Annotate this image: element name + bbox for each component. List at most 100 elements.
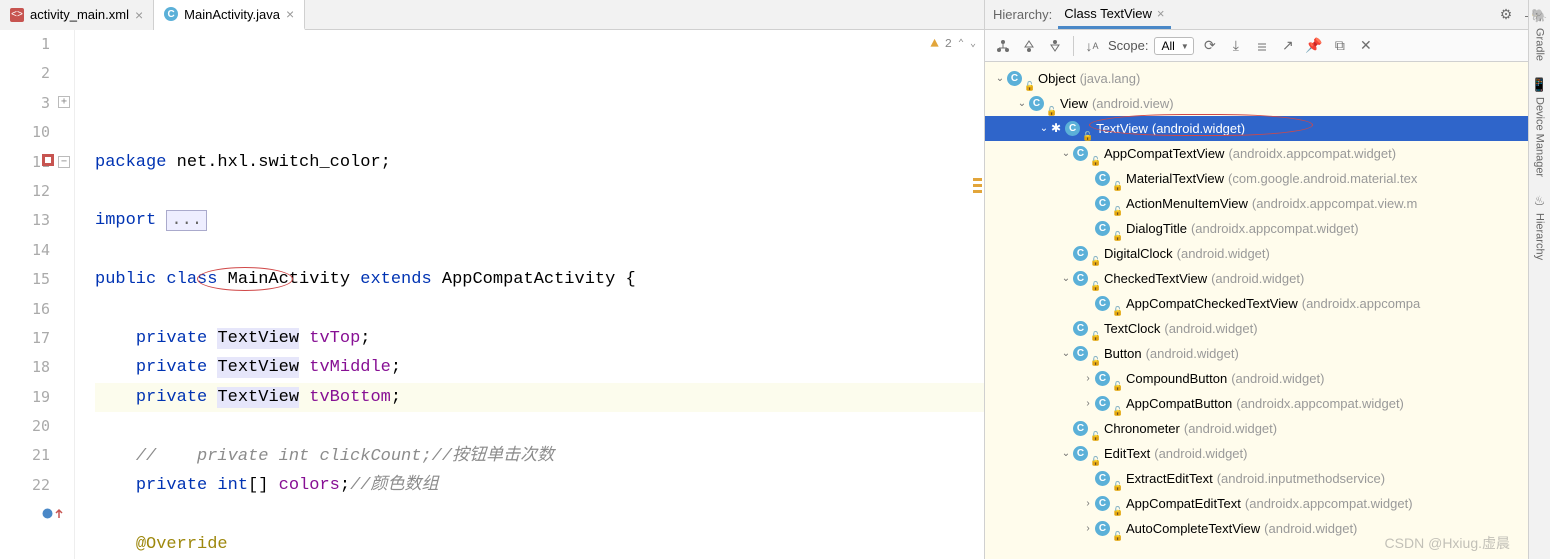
class-name: AppCompatEditText <box>1126 491 1241 516</box>
star-icon: ✱ <box>1051 116 1061 141</box>
tree-node[interactable]: ⌄C🔓CheckedTextView(android.widget) <box>985 266 1550 291</box>
scope-select[interactable]: All <box>1154 37 1193 55</box>
lock-icon: 🔓 <box>1046 99 1056 109</box>
tree-node[interactable]: ⌄C🔓 Object(java.lang) <box>985 66 1550 91</box>
code-line[interactable]: private TextView tvTop; <box>95 324 984 353</box>
tree-arrow-icon[interactable]: ⌄ <box>1059 266 1073 291</box>
lock-icon: 🔓 <box>1024 74 1034 84</box>
code-line[interactable] <box>95 500 984 529</box>
lock-icon: 🔓 <box>1112 374 1122 384</box>
tree-node[interactable]: ›C🔓CompoundButton(android.widget) <box>985 366 1550 391</box>
pin-icon[interactable]: 📌 <box>1304 36 1324 56</box>
code-line[interactable]: import ... <box>95 206 984 235</box>
code-line[interactable] <box>95 412 984 441</box>
code-line[interactable]: private TextView tvBottom; <box>95 383 984 412</box>
subtypes-icon[interactable] <box>1045 36 1065 56</box>
tree-node[interactable]: C🔓MaterialTextView(com.google.android.ma… <box>985 166 1550 191</box>
code-line[interactable]: private int[] colors;//颜色数组 <box>95 471 984 500</box>
tree-arrow-icon[interactable]: ⌄ <box>1037 116 1051 141</box>
class-hierarchy-icon[interactable] <box>993 36 1013 56</box>
editor-tab[interactable]: CMainActivity.java× <box>154 0 305 30</box>
gear-icon[interactable]: ⚙ <box>1496 5 1516 25</box>
sort-icon[interactable]: ↓A <box>1082 36 1102 56</box>
line-number: 10 <box>0 118 50 147</box>
expand-all-icon[interactable] <box>1252 36 1272 56</box>
hierarchy-tab[interactable]: Class TextView × <box>1058 1 1170 29</box>
lock-icon: 🔓 <box>1090 274 1100 284</box>
editor-gutter: + − 12310111213141516171819202122 <box>0 30 75 559</box>
tree-node[interactable]: ⌄C🔓View(android.view) <box>985 91 1550 116</box>
refresh-icon[interactable]: ⟳ <box>1200 36 1220 56</box>
code-line[interactable]: // private int clickCount;//按钮单击次数 <box>95 442 984 471</box>
export-icon[interactable]: ↗ <box>1278 36 1298 56</box>
class-icon: C <box>1007 71 1022 86</box>
tree-node[interactable]: ⌄✱C🔓TextView(android.widget) <box>985 116 1550 141</box>
class-name: TextView <box>1096 116 1148 141</box>
override-gutter-icon[interactable] <box>42 508 72 519</box>
package-name: (android.widget) <box>1154 441 1247 466</box>
tree-arrow-icon[interactable]: › <box>1081 366 1095 391</box>
editor-tabbar: <>activity_main.xml×CMainActivity.java× <box>0 0 984 30</box>
tree-arrow-icon[interactable]: › <box>1081 516 1095 541</box>
tree-node[interactable]: C🔓AppCompatCheckedTextView(androidx.appc… <box>985 291 1550 316</box>
close-icon[interactable]: ✕ <box>1356 36 1376 56</box>
chevron-up-icon[interactable]: ⌃ <box>958 30 964 59</box>
inspection-widget[interactable]: ▲ 2 ⌃ ⌄ <box>904 30 984 60</box>
package-name: (android.widget) <box>1177 241 1270 266</box>
code-line[interactable] <box>95 236 984 265</box>
tree-node[interactable]: C🔓ExtractEditText(android.inputmethodser… <box>985 466 1550 491</box>
class-icon: C <box>1029 96 1044 111</box>
class-gutter-icon[interactable] <box>42 154 72 166</box>
tree-node[interactable]: C🔓TextClock(android.widget) <box>985 316 1550 341</box>
lock-icon: 🔓 <box>1112 474 1122 484</box>
package-name: (java.lang) <box>1080 66 1141 91</box>
class-name: AutoCompleteTextView <box>1126 516 1260 541</box>
tree-arrow-icon[interactable]: ⌄ <box>1015 91 1029 116</box>
editor-tab[interactable]: <>activity_main.xml× <box>0 0 154 30</box>
supertypes-icon[interactable] <box>1019 36 1039 56</box>
line-number: 20 <box>0 412 50 441</box>
rail-gradle[interactable]: 🐘Gradle <box>1531 8 1547 61</box>
hierarchy-tree[interactable]: ⌄C🔓Object(java.lang)⌄C🔓View(android.view… <box>985 62 1550 559</box>
error-stripe[interactable] <box>972 60 982 559</box>
code-line[interactable]: @Override <box>95 530 984 559</box>
fold-toggle-icon[interactable]: + <box>58 96 70 108</box>
open-new-icon[interactable]: ⧉ <box>1330 36 1350 56</box>
class-name: DigitalClock <box>1104 241 1173 266</box>
tree-node[interactable]: ›C🔓AppCompatButton(androidx.appcompat.wi… <box>985 391 1550 416</box>
code-line[interactable]: package net.hxl.switch_color; <box>95 148 984 177</box>
tree-node[interactable]: C🔓DigitalClock(android.widget) <box>985 241 1550 266</box>
code-line[interactable]: private TextView tvMiddle; <box>95 353 984 382</box>
close-icon[interactable]: × <box>135 7 143 23</box>
code-line[interactable]: public class MainActivity extends AppCom… <box>95 265 984 294</box>
chevron-down-icon[interactable]: ⌄ <box>970 30 976 59</box>
tree-node[interactable]: ⌄C🔓AppCompatTextView(androidx.appcompat.… <box>985 141 1550 166</box>
tree-arrow-icon[interactable]: ⌄ <box>1059 441 1073 466</box>
java-file-icon: C <box>164 7 178 21</box>
rail-device-manager[interactable]: 📱Device Manager <box>1531 77 1547 177</box>
rail-hierarchy[interactable]: ♨Hierarchy <box>1534 193 1546 260</box>
tree-node[interactable]: C🔓ActionMenuItemView(androidx.appcompat.… <box>985 191 1550 216</box>
lock-icon: 🔓 <box>1112 174 1122 184</box>
tree-arrow-icon[interactable]: › <box>1081 491 1095 516</box>
class-icon: C <box>1073 271 1088 286</box>
tree-arrow-icon[interactable]: ⌄ <box>1059 141 1073 166</box>
package-name: (android.widget) <box>1152 116 1245 141</box>
tree-node[interactable]: C🔓DialogTitle(androidx.appcompat.widget) <box>985 216 1550 241</box>
tree-arrow-icon[interactable]: ⌄ <box>993 66 1007 91</box>
tree-node[interactable]: ›C🔓AutoCompleteTextView(android.widget) <box>985 516 1550 541</box>
tree-node[interactable]: C🔓Chronometer(android.widget) <box>985 416 1550 441</box>
tree-arrow-icon[interactable]: ⌄ <box>1059 341 1073 366</box>
tree-arrow-icon[interactable]: › <box>1081 391 1095 416</box>
line-number: 3 <box>0 89 50 118</box>
tree-node[interactable]: ⌄C🔓EditText(android.widget) <box>985 441 1550 466</box>
autoscroll-icon[interactable]: ⤓ <box>1226 36 1246 56</box>
tree-node[interactable]: ⌄C🔓Button(android.widget) <box>985 341 1550 366</box>
code-line[interactable] <box>95 177 984 206</box>
close-icon[interactable]: × <box>1157 6 1165 21</box>
tree-node[interactable]: ›C🔓AppCompatEditText(androidx.appcompat.… <box>985 491 1550 516</box>
class-name: Object <box>1038 66 1076 91</box>
code-line[interactable] <box>95 295 984 324</box>
close-icon[interactable]: × <box>286 6 294 22</box>
code-area[interactable]: ▲ 2 ⌃ ⌄ package net.hxl.switch_color;imp… <box>75 30 984 559</box>
